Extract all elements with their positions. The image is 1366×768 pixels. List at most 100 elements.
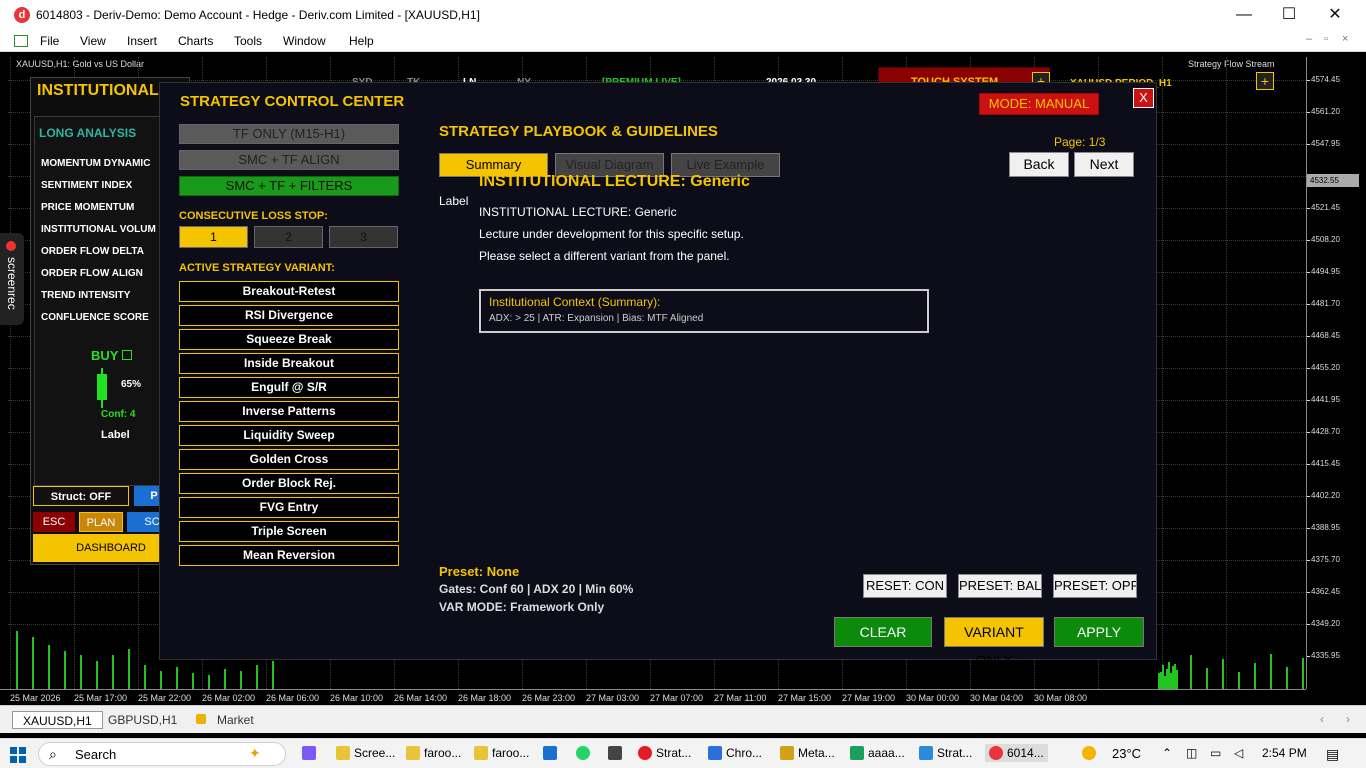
var-mode-line: VAR MODE: Framework Only: [439, 600, 605, 614]
preset-smc-tf-align[interactable]: SMC + TF ALIGN: [179, 150, 399, 170]
grid-line-v: [1226, 57, 1227, 689]
price-label: 4508.20: [1311, 235, 1340, 244]
variant-order-block[interactable]: Order Block Rej.: [179, 473, 399, 494]
back-button[interactable]: Back: [1009, 152, 1069, 177]
screenrec-widget[interactable]: screenrec: [0, 233, 24, 325]
mode-manual-button[interactable]: MODE: MANUAL: [979, 93, 1099, 115]
menu-help[interactable]: Help: [349, 34, 374, 48]
battery-icon[interactable]: ▭: [1210, 746, 1221, 760]
sparkle-icon: ✦: [249, 745, 261, 761]
taskbar-item-deriv[interactable]: 6014...: [985, 744, 1048, 762]
variant-inverse-patterns[interactable]: Inverse Patterns: [179, 401, 399, 422]
mdi-restore-icon[interactable]: ▫: [1324, 33, 1328, 45]
close-icon[interactable]: ✕: [1324, 4, 1346, 26]
panel-label: Label: [101, 429, 130, 441]
whatsapp-icon[interactable]: [576, 746, 594, 760]
metric-momentum: MOMENTUM DYNAMIC: [41, 158, 151, 169]
menu-window[interactable]: Window: [283, 34, 326, 48]
variant-inside-breakout[interactable]: Inside Breakout: [179, 353, 399, 374]
scroll-left-icon[interactable]: ‹: [1320, 712, 1324, 726]
grid-line-v: [10, 57, 11, 689]
taskbar-item-chrome[interactable]: Chro...: [708, 746, 762, 760]
preset-smc-tf-filters[interactable]: SMC + TF + FILTERS: [179, 176, 399, 196]
loss-stop-1[interactable]: 1: [179, 226, 248, 248]
time-label: 27 Mar 19:00: [842, 693, 896, 703]
struct-off-button[interactable]: Struct: OFF: [33, 486, 129, 506]
volume-icon[interactable]: ◁: [1234, 746, 1243, 760]
taskbar: ⌕ Search ✦ Scree... faroo... faroo... St…: [0, 738, 1366, 768]
institutional-context-box: Institutional Context (Summary): ADX: > …: [479, 289, 929, 333]
clock-label[interactable]: 2:54 PM: [1262, 746, 1307, 760]
variant-only-button[interactable]: VARIANT ONLY: [944, 617, 1044, 668]
metric-confluence: CONFLUENCE SCORE: [41, 312, 149, 323]
taskbar-item-folder-2[interactable]: faroo...: [474, 746, 529, 760]
network-icon[interactable]: ◫: [1186, 746, 1197, 760]
price-label: 4402.20: [1311, 491, 1340, 500]
copilot-icon[interactable]: [302, 746, 320, 760]
price-tick: [1307, 368, 1310, 369]
variant-squeeze-break[interactable]: Squeeze Break: [179, 329, 399, 350]
mdi-minimize-icon[interactable]: –: [1306, 33, 1312, 45]
scroll-right-icon[interactable]: ›: [1346, 712, 1350, 726]
tab-xauusd[interactable]: XAUUSD,H1: [12, 711, 103, 729]
variant-engulf-sr[interactable]: Engulf @ S/R: [179, 377, 399, 398]
lecture-line-1: INSTITUTIONAL LECTURE: Generic: [479, 205, 677, 219]
menu-insert[interactable]: Insert: [127, 34, 157, 48]
chevron-up-icon[interactable]: ⌃: [1162, 746, 1172, 760]
variant-liquidity-sweep[interactable]: Liquidity Sweep: [179, 425, 399, 446]
plan-button[interactable]: PLAN: [79, 512, 123, 532]
store-icon[interactable]: [608, 746, 626, 760]
price-label: 4375.70: [1311, 555, 1340, 564]
loss-stop-3[interactable]: 3: [329, 226, 398, 248]
volume-bar: [176, 667, 178, 689]
variant-rsi-divergence[interactable]: RSI Divergence: [179, 305, 399, 326]
preset-line: Preset: None: [439, 564, 520, 579]
clear-button[interactable]: CLEAR: [834, 617, 932, 647]
variant-mean-reversion[interactable]: Mean Reversion: [179, 545, 399, 566]
esc-button[interactable]: ESC: [33, 512, 75, 532]
mdi-close-icon[interactable]: ×: [1342, 33, 1348, 45]
menu-view[interactable]: View: [80, 34, 106, 48]
buy-percent: 65%: [121, 379, 142, 390]
menu-file[interactable]: File: [40, 34, 59, 48]
time-label: 26 Mar 18:00: [458, 693, 512, 703]
variant-triple-screen[interactable]: Triple Screen: [179, 521, 399, 542]
variant-golden-cross[interactable]: Golden Cross: [179, 449, 399, 470]
taskbar-item-aaaa[interactable]: aaaa...: [850, 746, 905, 760]
taskbar-item-folder-1[interactable]: faroo...: [406, 746, 461, 760]
panel-add-icon[interactable]: +: [1256, 72, 1274, 90]
menu-charts[interactable]: Charts: [178, 34, 213, 48]
outlook-icon[interactable]: [543, 746, 561, 760]
reset-con-button[interactable]: RESET: CON: [863, 574, 947, 598]
apply-button[interactable]: APPLY: [1054, 617, 1144, 647]
preset-tf-only[interactable]: TF ONLY (M15-H1): [179, 124, 399, 144]
chart-symbol-header: XAUUSD,H1: Gold vs US Dollar: [16, 59, 145, 69]
maximize-icon[interactable]: ☐: [1278, 4, 1300, 26]
taskbar-item-metaeditor[interactable]: Meta...: [780, 746, 835, 760]
window-title: 6014803 - Deriv-Demo: Demo Account - Hed…: [36, 8, 480, 22]
variant-breakout-retest[interactable]: Breakout-Retest: [179, 281, 399, 302]
variant-fvg-entry[interactable]: FVG Entry: [179, 497, 399, 518]
next-button[interactable]: Next: [1074, 152, 1134, 177]
loss-stop-2[interactable]: 2: [254, 226, 323, 248]
volume-bar: [240, 671, 242, 689]
notification-icon[interactable]: ▤: [1326, 746, 1339, 763]
taskbar-item-opera[interactable]: Strat...: [638, 746, 691, 760]
tab-market[interactable]: Market: [207, 711, 264, 729]
minimize-icon[interactable]: —: [1233, 4, 1255, 26]
tab-gbpusd[interactable]: GBPUSD,H1: [98, 711, 187, 729]
dialog-close-button[interactable]: X: [1133, 88, 1154, 108]
preset-bal-button[interactable]: PRESET: BAL: [958, 574, 1042, 598]
price-tick: [1307, 432, 1310, 433]
volume-bar: [80, 655, 82, 689]
time-label: 27 Mar 07:00: [650, 693, 704, 703]
preset-opp-button[interactable]: PRESET: OPP: [1053, 574, 1137, 598]
taskbar-item-screenshots[interactable]: Scree...: [336, 746, 395, 760]
menu-tools[interactable]: Tools: [234, 34, 262, 48]
price-tick: [1307, 592, 1310, 593]
windows-start-icon[interactable]: [10, 747, 26, 763]
taskbar-item-strat[interactable]: Strat...: [919, 746, 972, 760]
taskbar-search[interactable]: ⌕ Search ✦: [38, 742, 286, 766]
metric-sentiment: SENTIMENT INDEX: [41, 180, 133, 191]
app-menu-icon[interactable]: [14, 35, 28, 47]
